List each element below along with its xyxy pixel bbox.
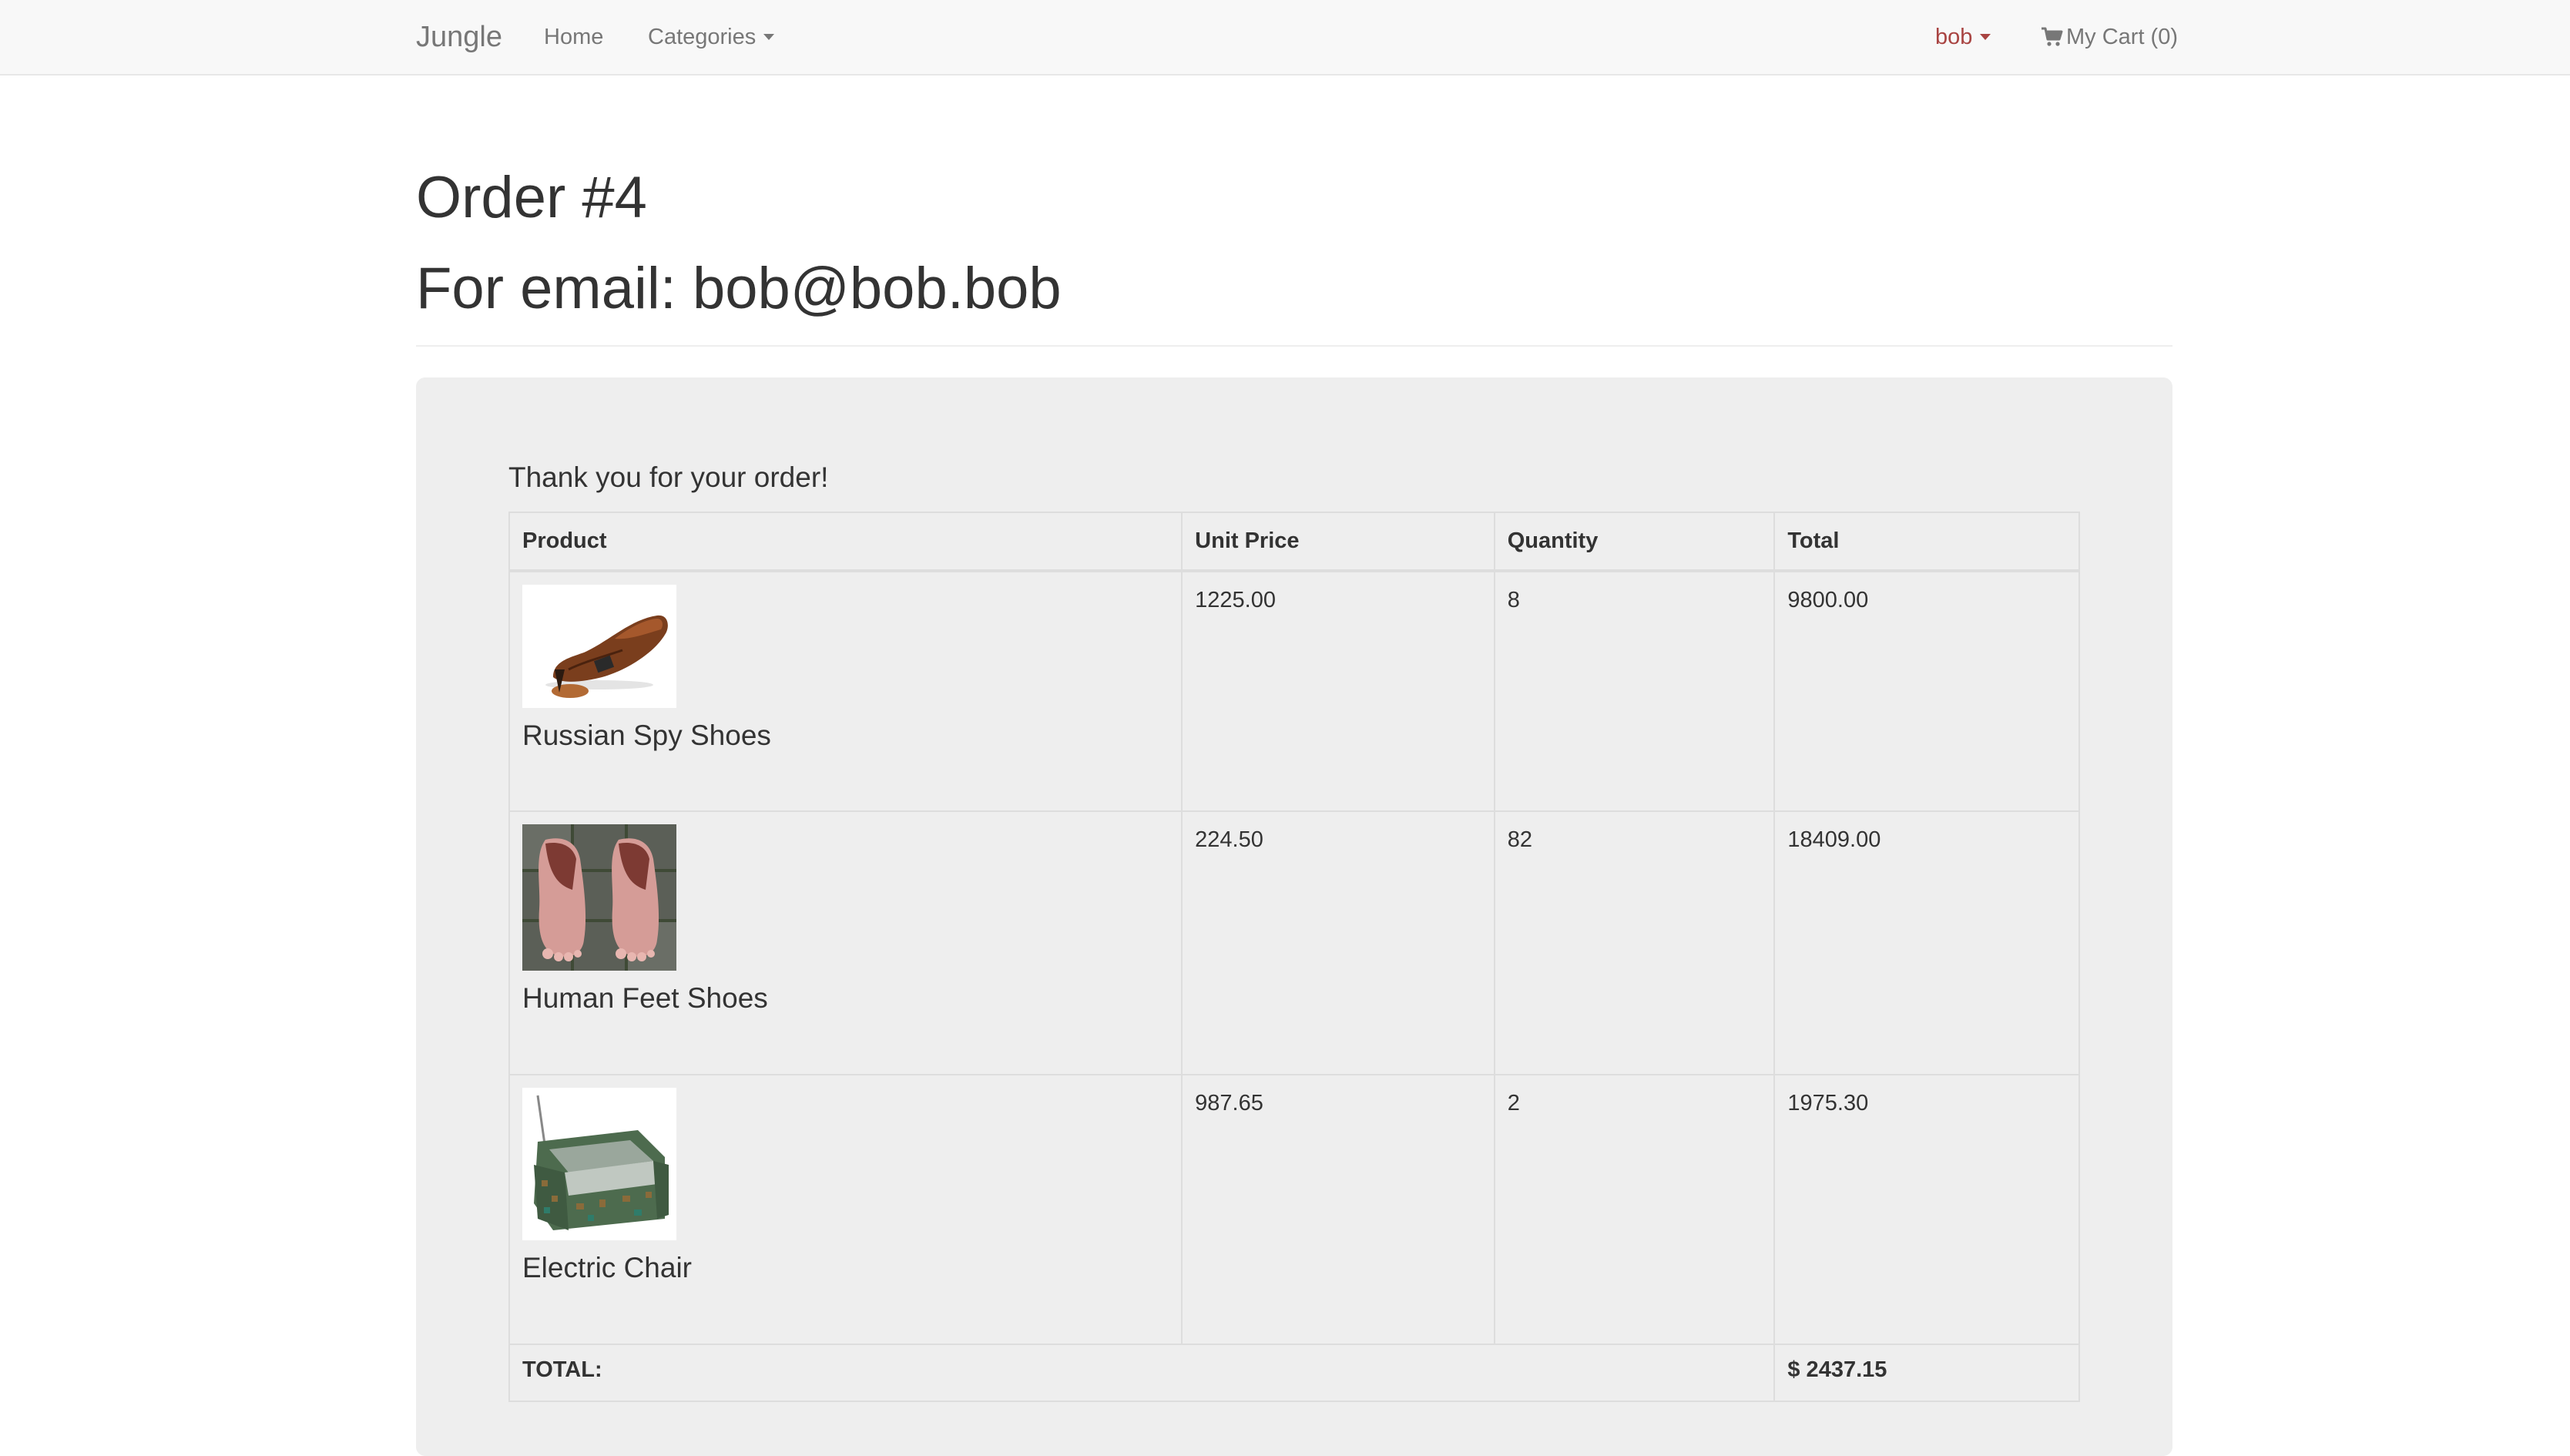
order-table: Product Unit Price Quantity Total Russia… xyxy=(508,512,2080,1402)
line-total-cell: 1975.30 xyxy=(1773,1074,2080,1345)
quantity-cell: 2 xyxy=(1493,1074,1776,1345)
chair-icon[interactable] xyxy=(522,1088,676,1240)
shopping-cart-icon xyxy=(2042,27,2063,46)
product-name[interactable]: Human Feet Shoes xyxy=(522,981,1169,1015)
my-cart-link[interactable]: My Cart (0) xyxy=(2040,23,2178,51)
total-row: TOTAL: $ 2437.15 xyxy=(508,1344,2080,1402)
brand-link[interactable]: Jungle xyxy=(416,20,502,54)
cart-label: My Cart (0) xyxy=(2066,25,2178,49)
nav-home-link[interactable]: Home xyxy=(544,23,603,51)
product-cell: Russian Spy Shoes xyxy=(508,570,1183,812)
table-row: Russian Spy Shoes 1225.00 8 9800.00 xyxy=(508,570,2080,812)
product-cell: Human Feet Shoes xyxy=(508,810,1183,1075)
feet-shoes-icon[interactable] xyxy=(522,824,676,971)
total-label: TOTAL: xyxy=(508,1344,1776,1402)
table-row: Electric Chair 987.65 2 1975.30 xyxy=(508,1074,2080,1345)
column-header-product: Product xyxy=(508,512,1183,572)
order-email: For email: bob@bob.bob xyxy=(416,256,1062,321)
order-title: Order #4 xyxy=(416,165,647,230)
product-name[interactable]: Electric Chair xyxy=(522,1251,1169,1285)
user-menu-dropdown[interactable]: bob xyxy=(1935,23,1991,51)
table-row: Human Feet Shoes 224.50 82 18409.00 xyxy=(508,810,2080,1075)
top-navbar: Jungle Home Categories bob My Cart (0) xyxy=(0,0,2570,75)
navbar-container: Jungle Home Categories bob My Cart (0) xyxy=(416,0,2178,74)
quantity-cell: 82 xyxy=(1493,810,1776,1075)
user-name-label: bob xyxy=(1935,25,1973,49)
grand-total-value: $ 2437.15 xyxy=(1773,1344,2080,1402)
page-header: Order #4 For email: bob@bob.bob xyxy=(416,154,2172,347)
column-header-quantity: Quantity xyxy=(1493,512,1776,572)
unit-price-cell: 1225.00 xyxy=(1181,570,1495,812)
column-header-total: Total xyxy=(1773,512,2080,572)
product-cell: Electric Chair xyxy=(508,1074,1183,1345)
line-total-cell: 9800.00 xyxy=(1773,570,2080,812)
nav-categories-dropdown[interactable]: Categories xyxy=(648,23,775,51)
unit-price-cell: 224.50 xyxy=(1181,810,1495,1075)
product-name[interactable]: Russian Spy Shoes xyxy=(522,719,1169,753)
unit-price-cell: 987.65 xyxy=(1181,1074,1495,1345)
line-total-cell: 18409.00 xyxy=(1773,810,2080,1075)
order-panel: Thank you for your order! Product Unit P… xyxy=(416,377,2172,1456)
chevron-down-icon xyxy=(763,34,775,40)
chevron-down-icon xyxy=(1980,34,1991,40)
quantity-cell: 8 xyxy=(1493,570,1776,812)
nav-categories-label: Categories xyxy=(648,25,757,49)
shoe-icon[interactable] xyxy=(522,585,676,708)
thank-you-message: Thank you for your order! xyxy=(508,461,829,493)
table-header-row: Product Unit Price Quantity Total xyxy=(508,512,2080,572)
column-header-unit-price: Unit Price xyxy=(1181,512,1495,572)
